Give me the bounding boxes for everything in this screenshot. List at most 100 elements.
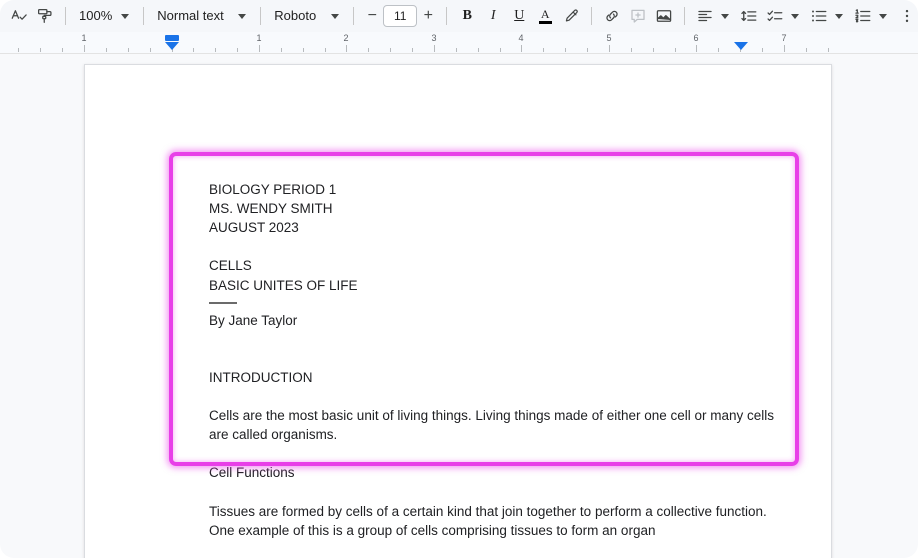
- ruler-number: 5: [606, 33, 612, 43]
- ruler-number: 3: [431, 33, 437, 43]
- italic-button[interactable]: I: [480, 3, 506, 29]
- text-color-button[interactable]: A: [532, 3, 558, 29]
- docs-editor-window: 100% Normal text Roboto − 11 + B I U A 1…: [0, 0, 918, 558]
- align-dropdown[interactable]: [692, 3, 736, 29]
- paragraph-style-dropdown[interactable]: Normal text: [151, 3, 253, 29]
- spellcheck-icon[interactable]: [6, 3, 32, 29]
- ruler-tick-minor: [828, 48, 829, 52]
- ruler-tick-minor: [62, 48, 63, 52]
- ruler-tick-minor: [303, 48, 304, 52]
- underline-label: U: [514, 8, 525, 23]
- toolbar-separator: [353, 7, 355, 25]
- font-family-dropdown[interactable]: Roboto: [268, 3, 346, 29]
- ruler-tick-minor: [500, 48, 501, 52]
- ruler-number: 7: [781, 33, 787, 43]
- chevron-down-icon: [879, 13, 888, 19]
- numbered-list-icon: [850, 3, 876, 29]
- document-paragraph[interactable]: MS. WENDY SMITH: [209, 199, 781, 218]
- formatting-toolbar: 100% Normal text Roboto − 11 + B I U A: [0, 0, 918, 32]
- chevron-down-icon: [835, 13, 844, 19]
- highlight-pen-icon[interactable]: [558, 3, 584, 29]
- ruler-tick-minor: [631, 48, 632, 52]
- paragraph-style-value: Normal text: [157, 8, 224, 23]
- insert-link-icon[interactable]: [599, 3, 625, 29]
- horizontal-ruler[interactable]: 1 1 2 3 4 5 6 7: [0, 32, 918, 54]
- ruler-tick-minor: [806, 48, 807, 52]
- toolbar-separator: [65, 7, 66, 25]
- document-paragraph[interactable]: Tissues are formed by cells of a certain…: [209, 502, 781, 540]
- toolbar-separator: [684, 7, 686, 25]
- document-paragraph[interactable]: AUGUST 2023: [209, 218, 781, 237]
- underline-button[interactable]: U: [506, 3, 532, 29]
- checklist-icon: [762, 3, 788, 29]
- document-page[interactable]: BIOLOGY PERIOD 1 MS. WENDY SMITH AUGUST 20…: [84, 64, 832, 558]
- document-text-body[interactable]: BIOLOGY PERIOD 1 MS. WENDY SMITH AUGUST 20…: [209, 180, 781, 540]
- ruler-tick-minor: [653, 48, 654, 52]
- ruler-tick-minor: [18, 48, 19, 52]
- toolbar-separator: [446, 7, 448, 25]
- ruler-tick-minor: [412, 48, 413, 52]
- text-color-icon: A: [538, 8, 552, 24]
- ruler-tick-minor: [456, 48, 457, 52]
- font-family-value: Roboto: [274, 8, 317, 23]
- right-indent-marker[interactable]: [734, 42, 748, 50]
- ruler-tick-minor: [193, 48, 194, 52]
- ruler-number: 1: [256, 33, 262, 43]
- numbered-list-dropdown[interactable]: [850, 3, 894, 29]
- left-indent-bar-handle[interactable]: [165, 35, 179, 41]
- bold-button[interactable]: B: [454, 3, 480, 29]
- ruler-tick-minor: [478, 48, 479, 52]
- line-spacing-icon[interactable]: [736, 3, 762, 29]
- ruler-tick-minor: [106, 48, 107, 52]
- document-paragraph[interactable]: CELLS: [209, 256, 781, 275]
- document-paragraph[interactable]: Cell Functions: [209, 463, 781, 482]
- ruler-tick-minor: [762, 48, 763, 52]
- document-paragraph[interactable]: BASIC UNITES OF LIFE: [209, 276, 781, 295]
- left-indent-marker[interactable]: [165, 42, 179, 50]
- document-scroll-area[interactable]: BIOLOGY PERIOD 1 MS. WENDY SMITH AUGUST 20…: [0, 54, 918, 558]
- checklist-dropdown[interactable]: [762, 3, 806, 29]
- toolbar-separator: [143, 7, 145, 25]
- text-color-swatch: [538, 21, 552, 24]
- document-paragraph[interactable]: By Jane Taylor: [209, 311, 781, 330]
- ruler-number: 6: [693, 33, 699, 43]
- ruler-tick-major: [84, 45, 85, 52]
- ruler-tick-minor: [390, 48, 391, 52]
- chevron-down-icon: [331, 13, 340, 19]
- chevron-down-icon: [121, 13, 130, 19]
- ruler-number: 1: [81, 33, 87, 43]
- ruler-tick-minor: [325, 48, 326, 52]
- document-paragraph[interactable]: BIOLOGY PERIOD 1: [209, 180, 781, 199]
- document-paragraph[interactable]: Cells are the most basic unit of living …: [209, 406, 781, 444]
- font-size-input[interactable]: 11: [383, 5, 418, 27]
- ruler-tick-major: [784, 45, 785, 52]
- decrease-font-size-button[interactable]: −: [361, 3, 383, 29]
- ruler-tick-major: [521, 45, 522, 52]
- more-options-icon[interactable]: [894, 3, 918, 29]
- bold-label: B: [462, 8, 472, 23]
- ruler-tick-minor: [215, 48, 216, 52]
- ruler-tick-minor: [128, 48, 129, 52]
- insert-image-icon[interactable]: [651, 3, 677, 29]
- ruler-tick-minor: [565, 48, 566, 52]
- ruler-number: 4: [518, 33, 524, 43]
- italic-label: I: [490, 8, 496, 23]
- zoom-dropdown[interactable]: 100%: [73, 3, 136, 29]
- add-comment-icon[interactable]: [625, 3, 651, 29]
- chevron-down-icon: [721, 13, 730, 19]
- paint-format-icon[interactable]: [32, 3, 58, 29]
- ruler-tick-minor: [543, 48, 544, 52]
- document-paragraph[interactable]: INTRODUCTION: [209, 368, 781, 387]
- bulleted-list-dropdown[interactable]: [806, 3, 850, 29]
- ruler-tick-minor: [281, 48, 282, 52]
- bulleted-list-icon: [806, 3, 832, 29]
- horizontal-divider: [209, 301, 237, 304]
- increase-font-size-button[interactable]: +: [417, 3, 439, 29]
- ruler-tick-major: [696, 45, 697, 52]
- align-left-icon: [692, 3, 718, 29]
